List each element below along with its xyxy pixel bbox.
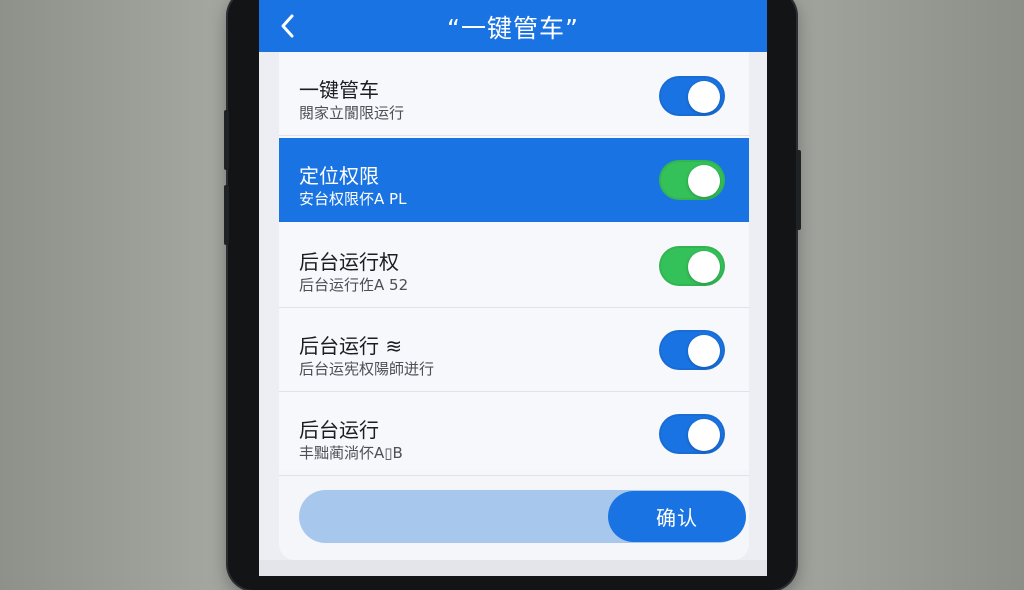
toggle-knob xyxy=(688,251,720,283)
settings-card: 一键管车 閱家立閬限运行 定位权限 安台权限伓A PL 后台运行权 后台运行㑅A… xyxy=(279,52,749,560)
setting-row-location-permission[interactable]: 定位权限 安台权限伓A PL xyxy=(279,138,749,222)
setting-label: 后台运行 ≋ xyxy=(299,334,403,358)
app-header: “一键管车” xyxy=(259,0,767,52)
setting-description: 后台运宪权陽師迸行 xyxy=(299,360,435,378)
setting-label: 定位权限 xyxy=(299,164,379,188)
setting-description: 后台运行㑅A 52 xyxy=(299,276,409,294)
side-button xyxy=(224,185,229,245)
setting-row-background-permission[interactable]: 后台运行权 后台运行㑅A 52 xyxy=(279,224,749,308)
toggle-knob xyxy=(688,165,720,197)
confirm-button[interactable]: 确认 xyxy=(608,491,746,542)
setting-label: 后台运行 xyxy=(299,418,379,442)
screen-bottom xyxy=(259,560,767,576)
phone-screen: “一键管车” 一键管车 閱家立閬限运行 定位权限 安台权限伓A PL 后台运行权… xyxy=(259,0,767,576)
settings-list: 一键管车 閱家立閬限运行 定位权限 安台权限伓A PL 后台运行权 后台运行㑅A… xyxy=(279,52,749,476)
setting-row-background-run-2[interactable]: 后台运行 丰黜蔺淌伓A▯B xyxy=(279,392,749,476)
setting-row-background-run[interactable]: 后台运行 ≋ 后台运宪权陽師迸行 xyxy=(279,308,749,392)
toggle-switch[interactable] xyxy=(659,414,725,454)
setting-row-one-key[interactable]: 一键管车 閱家立閬限运行 xyxy=(279,52,749,136)
side-button xyxy=(224,110,229,170)
toggle-knob xyxy=(688,419,720,451)
setting-description: 丰黜蔺淌伓A▯B xyxy=(299,444,403,462)
toggle-switch[interactable] xyxy=(659,330,725,370)
setting-label: 后台运行权 xyxy=(299,250,399,274)
toggle-switch[interactable] xyxy=(659,246,725,286)
setting-description: 安台权限伓A PL xyxy=(299,190,407,208)
toggle-switch[interactable] xyxy=(659,76,725,116)
divider xyxy=(279,135,749,136)
setting-description: 閱家立閬限运行 xyxy=(299,104,405,122)
page-title: “一键管车” xyxy=(447,14,579,43)
toggle-switch[interactable] xyxy=(659,160,725,200)
toggle-knob xyxy=(688,335,720,367)
footer: 确认 xyxy=(279,470,749,560)
setting-label: 一键管车 xyxy=(299,78,379,102)
side-button xyxy=(796,150,801,230)
toggle-knob xyxy=(688,81,720,113)
